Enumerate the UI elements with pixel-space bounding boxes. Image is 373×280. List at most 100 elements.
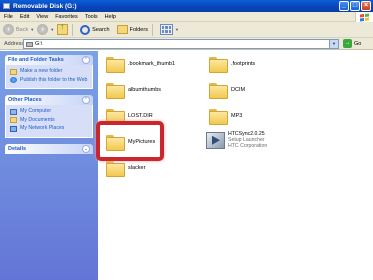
new-folder-icon bbox=[10, 68, 17, 75]
chevron-down-icon: ▼ bbox=[30, 27, 35, 32]
folder-up-icon bbox=[57, 22, 69, 35]
details-panel: Details ⌄ bbox=[5, 143, 93, 154]
chevron-down-icon: ▼ bbox=[174, 27, 179, 32]
panel-header[interactable]: File and Folder Tasks ⌃ bbox=[5, 55, 93, 65]
toolbar: ‹ Back ▼ › ▼ Search Folders ▼ bbox=[0, 22, 373, 38]
menu-view[interactable]: View bbox=[36, 14, 48, 20]
chevron-down-icon: ▼ bbox=[50, 27, 55, 32]
file-item[interactable]: .footprints bbox=[209, 57, 256, 73]
panel-header[interactable]: Details ⌄ bbox=[5, 143, 93, 154]
computer-icon bbox=[10, 108, 17, 115]
drive-icon bbox=[3, 3, 10, 9]
folder-icon bbox=[106, 109, 125, 125]
toolbar-divider bbox=[151, 23, 153, 36]
file-name: albumthumbs bbox=[128, 87, 162, 93]
folders-label: Folders bbox=[129, 26, 148, 33]
menu-bar: File Edit View Favorites Tools Help bbox=[0, 12, 373, 22]
go-label: Go bbox=[354, 40, 362, 47]
panel-body: Make a new folder Publish this folder to… bbox=[5, 65, 93, 89]
file-item[interactable]: slacker bbox=[106, 161, 146, 177]
window-title: Removable Disk (G:) bbox=[13, 2, 77, 10]
folder-icon bbox=[209, 109, 228, 125]
file-item[interactable]: DCIM bbox=[209, 83, 246, 99]
address-input[interactable]: G:\ ▼ bbox=[23, 39, 339, 49]
folder-icon bbox=[106, 135, 125, 151]
documents-icon bbox=[10, 117, 17, 123]
back-arrow-icon: ‹ bbox=[3, 24, 14, 35]
file-item[interactable]: LOST.DIR bbox=[106, 109, 153, 125]
menu-favorites[interactable]: Favorites bbox=[55, 14, 78, 20]
file-name: LOST.DIR bbox=[128, 113, 153, 119]
address-label: Address bbox=[4, 40, 25, 47]
address-bar: Address G:\ ▼ → Go bbox=[0, 38, 373, 50]
folder-icon bbox=[106, 83, 125, 99]
file-item[interactable]: albumthumbs bbox=[106, 83, 162, 99]
file-item[interactable]: HTCSync2.0.25 Setup Launcher HTC Corpora… bbox=[206, 131, 267, 150]
file-item[interactable]: .bookmark_thumb1 bbox=[106, 57, 176, 73]
file-folder-tasks-panel: File and Folder Tasks ⌃ Make a new folde… bbox=[5, 55, 93, 89]
up-button[interactable] bbox=[57, 22, 69, 36]
maximize-button[interactable]: □ bbox=[350, 1, 360, 11]
file-name: DCIM bbox=[231, 87, 246, 93]
menu-tools[interactable]: Tools bbox=[85, 14, 98, 20]
file-company: HTC Corporation bbox=[228, 143, 268, 150]
folders-icon bbox=[116, 25, 128, 34]
minimize-button[interactable]: _ bbox=[339, 1, 349, 11]
go-button[interactable]: → Go bbox=[343, 39, 361, 48]
windows-flag-icon bbox=[360, 13, 369, 21]
task-label: Make a new folder bbox=[20, 68, 63, 74]
title-bar: Removable Disk (G:) _ □ × bbox=[0, 0, 373, 12]
file-name: MP3 bbox=[231, 113, 243, 119]
go-arrow-icon: → bbox=[343, 39, 352, 48]
panel-header[interactable]: Other Places ⌃ bbox=[5, 95, 93, 105]
folder-icon bbox=[209, 83, 228, 99]
windows-logo bbox=[355, 12, 373, 22]
collapse-icon[interactable]: ⌃ bbox=[82, 96, 90, 104]
views-button[interactable]: ▼ bbox=[156, 23, 179, 36]
setup-launcher-icon bbox=[206, 131, 225, 149]
other-places-panel: Other Places ⌃ My Computer My Documents … bbox=[5, 95, 93, 138]
file-name: MyPictures bbox=[128, 139, 156, 145]
file-list: .bookmark_thumb1 .footprints albumthumbs… bbox=[98, 51, 373, 280]
file-item[interactable]: MyPictures bbox=[106, 135, 156, 151]
expand-icon[interactable]: ⌄ bbox=[82, 144, 90, 153]
panel-title: File and Folder Tasks bbox=[8, 57, 64, 63]
file-item[interactable]: MP3 bbox=[209, 109, 243, 125]
address-dropdown-icon[interactable]: ▼ bbox=[329, 40, 338, 48]
task-pane: File and Folder Tasks ⌃ Make a new folde… bbox=[0, 51, 98, 280]
file-name: slacker bbox=[128, 165, 146, 171]
forward-button[interactable]: › ▼ bbox=[37, 23, 54, 36]
collapse-icon[interactable]: ⌃ bbox=[82, 56, 90, 64]
close-button[interactable]: × bbox=[361, 1, 371, 11]
place-my-documents[interactable]: My Documents bbox=[10, 116, 89, 123]
task-make-new-folder[interactable]: Make a new folder bbox=[10, 68, 89, 75]
folder-icon bbox=[209, 57, 228, 73]
place-label: My Network Places bbox=[20, 125, 65, 131]
folder-icon bbox=[106, 57, 125, 73]
search-button[interactable]: Search bbox=[76, 23, 110, 36]
views-icon bbox=[159, 24, 173, 35]
drive-icon bbox=[26, 41, 33, 47]
panel-title: Details bbox=[8, 145, 27, 152]
file-name: .footprints bbox=[231, 61, 256, 67]
menu-edit[interactable]: Edit bbox=[20, 14, 29, 20]
back-label: Back bbox=[16, 26, 29, 33]
file-details: HTCSync2.0.25 Setup Launcher HTC Corpora… bbox=[228, 131, 267, 150]
search-label: Search bbox=[92, 26, 110, 33]
task-label: Publish this folder to the Web bbox=[20, 76, 88, 83]
back-button[interactable]: ‹ Back ▼ bbox=[3, 23, 34, 36]
toolbar-divider bbox=[72, 23, 74, 36]
menu-file[interactable]: File bbox=[4, 14, 13, 20]
task-publish-web[interactable]: Publish this folder to the Web bbox=[10, 76, 89, 83]
menu-help[interactable]: Help bbox=[105, 14, 116, 20]
folder-icon bbox=[106, 161, 125, 177]
globe-icon bbox=[10, 77, 17, 83]
network-icon bbox=[10, 125, 17, 132]
place-my-computer[interactable]: My Computer bbox=[10, 108, 89, 115]
forward-arrow-icon: › bbox=[37, 24, 49, 35]
file-name: .bookmark_thumb1 bbox=[128, 61, 176, 67]
folders-button[interactable]: Folders bbox=[113, 23, 148, 36]
place-label: My Documents bbox=[20, 116, 55, 123]
panel-body: My Computer My Documents My Network Plac… bbox=[5, 105, 93, 138]
place-my-network[interactable]: My Network Places bbox=[10, 125, 89, 132]
